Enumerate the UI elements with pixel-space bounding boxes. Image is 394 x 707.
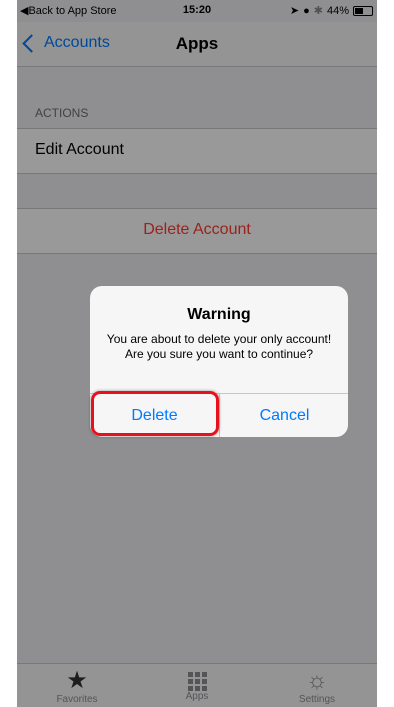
delete-button-highlight bbox=[91, 391, 219, 436]
alert-message: You are about to delete your only accoun… bbox=[106, 332, 332, 361]
phone-screen: ◀Back to App Store 15:20 ➤ ● ✱ 44% Accou… bbox=[17, 0, 377, 707]
alert-title: Warning bbox=[187, 306, 251, 323]
alert-cancel-button[interactable]: Cancel bbox=[220, 394, 348, 437]
